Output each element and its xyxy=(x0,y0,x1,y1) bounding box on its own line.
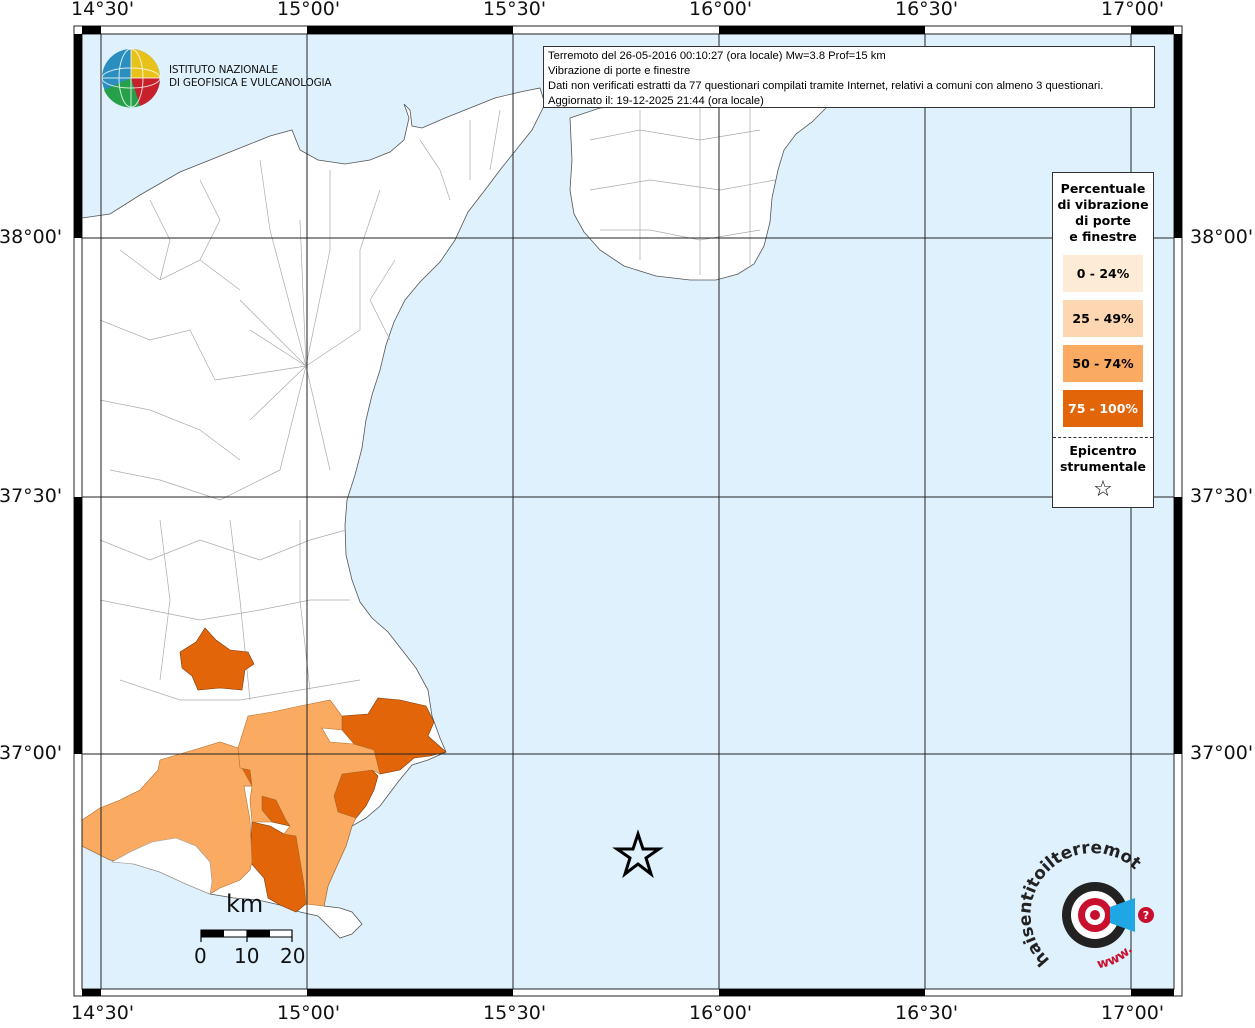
lon-label-bottom-1: 14°30' xyxy=(71,1002,135,1024)
legend-epicenter-line: Epicentro xyxy=(1069,443,1137,458)
scale-tick-0: 0 xyxy=(194,944,207,968)
svg-text:?: ? xyxy=(1143,909,1149,922)
legend-class-75-100: 75 - 100% xyxy=(1063,390,1143,427)
institute-name-line2: DI GEOFISICA E VULCANOLOGIA xyxy=(169,77,332,89)
event-info-line4: Aggiornato il: 19-12-2025 21:44 (ora loc… xyxy=(548,95,764,107)
legend-class-50-74: 50 - 74% xyxy=(1063,345,1143,382)
event-info-line3: Dati non verificati estratti da 77 quest… xyxy=(548,80,1104,92)
legend: Percentuale di vibrazione di porte e fin… xyxy=(1052,172,1154,508)
legend-class-0-24: 0 - 24% xyxy=(1063,255,1143,292)
lon-label-bottom-2: 15°00' xyxy=(277,1002,341,1024)
intensity-map: ? haisentitoilterremoto.it www. 14°30' 1… xyxy=(0,0,1255,1024)
lon-label-top-4: 16°00' xyxy=(689,0,753,20)
institute-name-line1: ISTITUTO NAZIONALE xyxy=(169,64,278,76)
legend-epicenter-line: strumentale xyxy=(1059,459,1147,474)
legend-title-line: e finestre xyxy=(1069,229,1137,244)
lat-label-right-2: 37°30' xyxy=(1190,485,1254,507)
lon-label-top-6: 17°00' xyxy=(1101,0,1165,20)
lat-label-left-3: 37°00' xyxy=(0,742,63,764)
legend-title: Percentuale di vibrazione di porte e fin… xyxy=(1053,181,1153,245)
legend-epicenter-label: Epicentro strumentale xyxy=(1053,443,1153,475)
legend-title-line: di vibrazione xyxy=(1057,197,1149,212)
lon-label-bottom-4: 16°00' xyxy=(689,1002,753,1024)
legend-class-25-49: 25 - 49% xyxy=(1063,300,1143,337)
lon-label-bottom-6: 17°00' xyxy=(1101,1002,1165,1024)
legend-separator xyxy=(1053,437,1153,438)
lat-label-left-2: 37°30' xyxy=(0,485,63,507)
scale-tick-10: 10 xyxy=(234,944,260,968)
lon-label-top-5: 16°30' xyxy=(895,0,959,20)
event-info-box: Terremoto del 26-05-2016 00:10:27 (ora l… xyxy=(543,46,1155,108)
scale-unit: km xyxy=(226,890,264,918)
scale-tick-20: 20 xyxy=(280,944,306,968)
lon-label-top-2: 15°00' xyxy=(277,0,341,20)
institute-name: ISTITUTO NAZIONALE DI GEOFISICA E VULCAN… xyxy=(169,64,332,90)
lat-label-right-3: 37°00' xyxy=(1190,742,1254,764)
lat-label-left-1: 38°00' xyxy=(0,226,63,248)
lon-label-top-1: 14°30' xyxy=(71,0,135,20)
ingv-logo xyxy=(101,48,161,108)
lon-label-bottom-5: 16°30' xyxy=(895,1002,959,1024)
lon-label-bottom-3: 15°30' xyxy=(483,1002,547,1024)
legend-title-line: Percentuale xyxy=(1060,181,1146,196)
legend-star-icon: ☆ xyxy=(1093,477,1113,502)
event-info-line1: Terremoto del 26-05-2016 00:10:27 (ora l… xyxy=(548,50,886,62)
lat-label-right-1: 38°00' xyxy=(1190,226,1254,248)
event-info-line2: Vibrazione di porte e finestre xyxy=(548,65,691,77)
map-canvas: ? haisentitoilterremoto.it www. xyxy=(0,0,1183,997)
legend-title-line: di porte xyxy=(1075,213,1131,228)
lon-label-top-3: 15°30' xyxy=(483,0,547,20)
